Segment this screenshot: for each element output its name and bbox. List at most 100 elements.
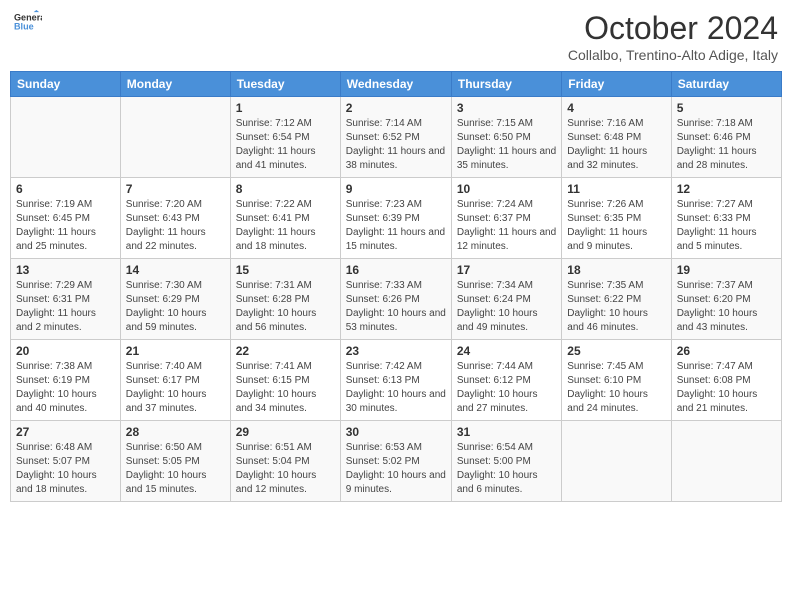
cell-info: Sunrise: 7:38 AMSunset: 6:19 PMDaylight:… bbox=[16, 361, 97, 414]
table-row: 13 Sunrise: 7:29 AMSunset: 6:31 PMDaylig… bbox=[11, 259, 121, 340]
cell-date: 16 bbox=[346, 263, 446, 277]
calendar-week-row: 1 Sunrise: 7:12 AMSunset: 6:54 PMDayligh… bbox=[11, 97, 782, 178]
cell-date: 5 bbox=[677, 101, 776, 115]
cell-info: Sunrise: 7:30 AMSunset: 6:29 PMDaylight:… bbox=[126, 280, 207, 333]
cell-date: 27 bbox=[16, 425, 115, 439]
cell-date: 10 bbox=[457, 182, 556, 196]
logo-icon: General Blue bbox=[14, 10, 42, 38]
table-row: 31 Sunrise: 6:54 AMSunset: 5:00 PMDaylig… bbox=[451, 421, 561, 502]
cell-info: Sunrise: 7:23 AMSunset: 6:39 PMDaylight:… bbox=[346, 199, 445, 252]
cell-info: Sunrise: 7:19 AMSunset: 6:45 PMDaylight:… bbox=[16, 199, 96, 252]
cell-date: 23 bbox=[346, 344, 446, 358]
cell-date: 26 bbox=[677, 344, 776, 358]
cell-info: Sunrise: 7:18 AMSunset: 6:46 PMDaylight:… bbox=[677, 118, 757, 171]
table-row: 23 Sunrise: 7:42 AMSunset: 6:13 PMDaylig… bbox=[340, 340, 451, 421]
table-row: 6 Sunrise: 7:19 AMSunset: 6:45 PMDayligh… bbox=[11, 178, 121, 259]
cell-date: 9 bbox=[346, 182, 446, 196]
cell-info: Sunrise: 6:53 AMSunset: 5:02 PMDaylight:… bbox=[346, 442, 446, 495]
cell-info: Sunrise: 7:41 AMSunset: 6:15 PMDaylight:… bbox=[236, 361, 317, 414]
cell-date: 30 bbox=[346, 425, 446, 439]
cell-info: Sunrise: 7:14 AMSunset: 6:52 PMDaylight:… bbox=[346, 118, 445, 171]
table-row bbox=[11, 97, 121, 178]
cell-info: Sunrise: 7:35 AMSunset: 6:22 PMDaylight:… bbox=[567, 280, 648, 333]
cell-info: Sunrise: 7:24 AMSunset: 6:37 PMDaylight:… bbox=[457, 199, 556, 252]
table-row: 28 Sunrise: 6:50 AMSunset: 5:05 PMDaylig… bbox=[120, 421, 230, 502]
cell-info: Sunrise: 7:22 AMSunset: 6:41 PMDaylight:… bbox=[236, 199, 316, 252]
cell-info: Sunrise: 7:26 AMSunset: 6:35 PMDaylight:… bbox=[567, 199, 647, 252]
cell-info: Sunrise: 7:29 AMSunset: 6:31 PMDaylight:… bbox=[16, 280, 96, 333]
cell-date: 12 bbox=[677, 182, 776, 196]
cell-info: Sunrise: 7:42 AMSunset: 6:13 PMDaylight:… bbox=[346, 361, 446, 414]
header-sunday: Sunday bbox=[11, 72, 121, 97]
calendar-week-row: 13 Sunrise: 7:29 AMSunset: 6:31 PMDaylig… bbox=[11, 259, 782, 340]
table-row: 14 Sunrise: 7:30 AMSunset: 6:29 PMDaylig… bbox=[120, 259, 230, 340]
table-row: 21 Sunrise: 7:40 AMSunset: 6:17 PMDaylig… bbox=[120, 340, 230, 421]
cell-date: 19 bbox=[677, 263, 776, 277]
header-monday: Monday bbox=[120, 72, 230, 97]
header-thursday: Thursday bbox=[451, 72, 561, 97]
location-subtitle: Collalbo, Trentino-Alto Adige, Italy bbox=[568, 47, 778, 63]
calendar-week-row: 6 Sunrise: 7:19 AMSunset: 6:45 PMDayligh… bbox=[11, 178, 782, 259]
table-row bbox=[562, 421, 671, 502]
cell-date: 31 bbox=[457, 425, 556, 439]
cell-info: Sunrise: 7:40 AMSunset: 6:17 PMDaylight:… bbox=[126, 361, 207, 414]
cell-info: Sunrise: 7:15 AMSunset: 6:50 PMDaylight:… bbox=[457, 118, 556, 171]
cell-date: 20 bbox=[16, 344, 115, 358]
header-friday: Friday bbox=[562, 72, 671, 97]
cell-info: Sunrise: 6:54 AMSunset: 5:00 PMDaylight:… bbox=[457, 442, 538, 495]
table-row: 12 Sunrise: 7:27 AMSunset: 6:33 PMDaylig… bbox=[671, 178, 781, 259]
table-row: 7 Sunrise: 7:20 AMSunset: 6:43 PMDayligh… bbox=[120, 178, 230, 259]
cell-info: Sunrise: 7:27 AMSunset: 6:33 PMDaylight:… bbox=[677, 199, 757, 252]
calendar-week-row: 27 Sunrise: 6:48 AMSunset: 5:07 PMDaylig… bbox=[11, 421, 782, 502]
cell-date: 13 bbox=[16, 263, 115, 277]
cell-info: Sunrise: 7:33 AMSunset: 6:26 PMDaylight:… bbox=[346, 280, 446, 333]
table-row: 3 Sunrise: 7:15 AMSunset: 6:50 PMDayligh… bbox=[451, 97, 561, 178]
cell-date: 14 bbox=[126, 263, 225, 277]
cell-info: Sunrise: 7:34 AMSunset: 6:24 PMDaylight:… bbox=[457, 280, 538, 333]
table-row: 15 Sunrise: 7:31 AMSunset: 6:28 PMDaylig… bbox=[230, 259, 340, 340]
cell-date: 15 bbox=[236, 263, 335, 277]
cell-info: Sunrise: 6:51 AMSunset: 5:04 PMDaylight:… bbox=[236, 442, 317, 495]
table-row: 20 Sunrise: 7:38 AMSunset: 6:19 PMDaylig… bbox=[11, 340, 121, 421]
cell-date: 4 bbox=[567, 101, 665, 115]
table-row: 17 Sunrise: 7:34 AMSunset: 6:24 PMDaylig… bbox=[451, 259, 561, 340]
table-row: 18 Sunrise: 7:35 AMSunset: 6:22 PMDaylig… bbox=[562, 259, 671, 340]
table-row: 16 Sunrise: 7:33 AMSunset: 6:26 PMDaylig… bbox=[340, 259, 451, 340]
cell-date: 21 bbox=[126, 344, 225, 358]
table-row bbox=[671, 421, 781, 502]
header-wednesday: Wednesday bbox=[340, 72, 451, 97]
cell-date: 18 bbox=[567, 263, 665, 277]
table-row: 8 Sunrise: 7:22 AMSunset: 6:41 PMDayligh… bbox=[230, 178, 340, 259]
header-saturday: Saturday bbox=[671, 72, 781, 97]
cell-info: Sunrise: 7:44 AMSunset: 6:12 PMDaylight:… bbox=[457, 361, 538, 414]
title-section: October 2024 Collalbo, Trentino-Alto Adi… bbox=[568, 10, 778, 63]
cell-date: 8 bbox=[236, 182, 335, 196]
cell-info: Sunrise: 7:47 AMSunset: 6:08 PMDaylight:… bbox=[677, 361, 758, 414]
cell-date: 25 bbox=[567, 344, 665, 358]
cell-info: Sunrise: 7:37 AMSunset: 6:20 PMDaylight:… bbox=[677, 280, 758, 333]
cell-info: Sunrise: 6:48 AMSunset: 5:07 PMDaylight:… bbox=[16, 442, 97, 495]
table-row: 22 Sunrise: 7:41 AMSunset: 6:15 PMDaylig… bbox=[230, 340, 340, 421]
table-row: 10 Sunrise: 7:24 AMSunset: 6:37 PMDaylig… bbox=[451, 178, 561, 259]
cell-info: Sunrise: 6:50 AMSunset: 5:05 PMDaylight:… bbox=[126, 442, 207, 495]
day-header-row: Sunday Monday Tuesday Wednesday Thursday… bbox=[11, 72, 782, 97]
table-row bbox=[120, 97, 230, 178]
table-row: 19 Sunrise: 7:37 AMSunset: 6:20 PMDaylig… bbox=[671, 259, 781, 340]
cell-date: 3 bbox=[457, 101, 556, 115]
table-row: 11 Sunrise: 7:26 AMSunset: 6:35 PMDaylig… bbox=[562, 178, 671, 259]
cell-date: 28 bbox=[126, 425, 225, 439]
cell-date: 22 bbox=[236, 344, 335, 358]
cell-info: Sunrise: 7:20 AMSunset: 6:43 PMDaylight:… bbox=[126, 199, 206, 252]
cell-date: 1 bbox=[236, 101, 335, 115]
table-row: 29 Sunrise: 6:51 AMSunset: 5:04 PMDaylig… bbox=[230, 421, 340, 502]
month-title: October 2024 bbox=[568, 10, 778, 47]
table-row: 25 Sunrise: 7:45 AMSunset: 6:10 PMDaylig… bbox=[562, 340, 671, 421]
table-row: 24 Sunrise: 7:44 AMSunset: 6:12 PMDaylig… bbox=[451, 340, 561, 421]
cell-info: Sunrise: 7:45 AMSunset: 6:10 PMDaylight:… bbox=[567, 361, 648, 414]
cell-date: 6 bbox=[16, 182, 115, 196]
cell-date: 2 bbox=[346, 101, 446, 115]
table-row: 1 Sunrise: 7:12 AMSunset: 6:54 PMDayligh… bbox=[230, 97, 340, 178]
cell-date: 24 bbox=[457, 344, 556, 358]
header-tuesday: Tuesday bbox=[230, 72, 340, 97]
cell-info: Sunrise: 7:31 AMSunset: 6:28 PMDaylight:… bbox=[236, 280, 317, 333]
